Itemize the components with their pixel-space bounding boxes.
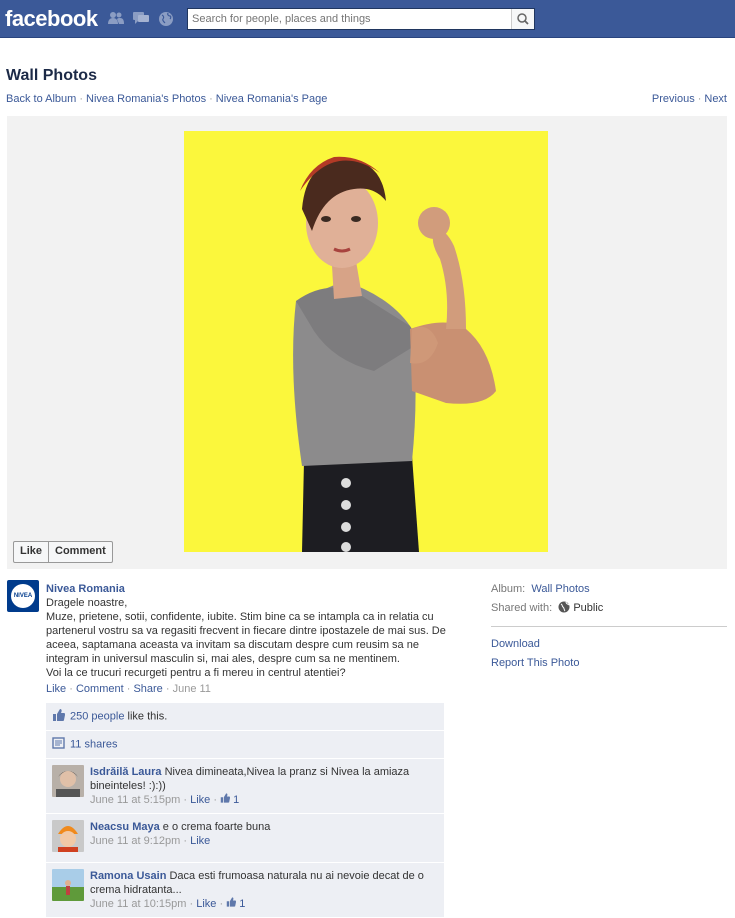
page-title: Wall Photos — [6, 67, 97, 84]
thumbs-up-icon — [220, 793, 231, 803]
photo-sidebar: Album: Wall Photos Shared with: Public D… — [491, 582, 727, 675]
comment-meta: June 11 at 5:15pm · Like · 1 — [90, 793, 240, 806]
like-count-value: 1 — [239, 898, 246, 910]
post-actions: Like · Comment · Share · June 11 — [46, 683, 211, 695]
comment-like-link[interactable]: Like — [190, 794, 210, 806]
album-link[interactable]: Wall Photos — [531, 583, 589, 595]
feedback-box: 250 people like this. 11 shares Isdrăilă… — [46, 703, 444, 918]
like-count-value: 1 — [233, 794, 240, 806]
comment-time[interactable]: June 11 at 10:15pm — [90, 898, 186, 910]
share-icon — [52, 737, 66, 752]
comment-like-count[interactable]: 1 — [220, 793, 240, 806]
photo-caption: Nivea Romania Dragele noastre, Muze, pri… — [46, 582, 458, 696]
globe-icon — [558, 601, 570, 613]
share-link[interactable]: Share — [133, 683, 162, 695]
previous-link[interactable]: Previous — [652, 93, 695, 105]
comment-time[interactable]: June 11 at 9:12pm — [90, 835, 180, 847]
likes-suffix: like this. — [124, 710, 168, 723]
photo-actions: Like Comment — [13, 541, 113, 563]
main-photo[interactable] — [184, 131, 548, 552]
separator: · — [79, 93, 83, 105]
woman-flexing-arm-image — [184, 131, 548, 552]
caption-line: Muze, prietene, sotii, confidente, iubit… — [46, 611, 446, 665]
comment-meta: June 11 at 9:12pm · Like — [90, 835, 211, 847]
thumbs-up-icon — [226, 897, 237, 907]
notifications-globe-icon[interactable] — [158, 11, 174, 26]
photo-pager: Previous · Next — [652, 93, 727, 105]
search-button[interactable] — [511, 9, 534, 29]
nivea-avatar[interactable]: NIVEA — [7, 580, 39, 612]
breadcrumb: Back to Album · Nivea Romania's Photos · Niv… — [6, 93, 327, 105]
comment-meta: June 11 at 10:15pm · Like · 1 — [90, 897, 246, 910]
separator: · — [697, 93, 702, 105]
comment-like-link[interactable]: Like — [196, 898, 216, 910]
nivea-logo: NIVEA — [11, 584, 35, 608]
nivea-page-link[interactable]: Nivea Romania's Page — [216, 93, 328, 105]
sidebar-divider — [491, 626, 727, 627]
top-bar: facebook — [0, 0, 735, 38]
shares-link[interactable]: 11 shares — [70, 738, 118, 750]
thumbs-up-icon — [52, 709, 66, 724]
commenter-name[interactable]: Ramona Usain — [90, 870, 166, 882]
commenter-avatar[interactable] — [52, 820, 84, 852]
album-label: Album: — [491, 583, 526, 595]
likers-link[interactable]: 250 people — [70, 710, 124, 722]
search-box — [187, 8, 535, 30]
caption-text: Dragele noastre, Muze, prietene, sotii, … — [46, 596, 458, 680]
comment-like-count[interactable]: 1 — [226, 897, 246, 910]
commenter-avatar[interactable] — [52, 765, 84, 797]
privacy-value[interactable]: Public — [573, 602, 603, 614]
comment-time[interactable]: June 11 at 5:15pm — [90, 794, 180, 806]
shared-with-label: Shared with: — [491, 602, 553, 614]
download-link[interactable]: Download — [491, 638, 540, 650]
comment-item: Neacsu Maya e o crema foarte buna June 1… — [46, 814, 444, 863]
comment-photo-button[interactable]: Comment — [48, 542, 112, 562]
post-date-link[interactable]: June 11 — [173, 683, 211, 695]
back-to-album-link[interactable]: Back to Album — [6, 93, 76, 105]
separator: · — [209, 93, 213, 105]
comment-text: e o crema foarte buna — [162, 821, 271, 833]
next-link[interactable]: Next — [704, 93, 727, 105]
nivea-photos-link[interactable]: Nivea Romania's Photos — [86, 93, 206, 105]
report-photo-link[interactable]: Report This Photo — [491, 657, 579, 669]
photo-stage: Like Comment — [7, 116, 727, 569]
album-row: Album: Wall Photos — [491, 582, 727, 601]
post-author-link[interactable]: Nivea Romania — [46, 583, 125, 595]
like-link[interactable]: Like — [46, 683, 66, 695]
messages-icon[interactable] — [133, 11, 149, 25]
comment-item: Ramona Usain Daca esti frumoasa naturala… — [46, 863, 444, 918]
commenter-name[interactable]: Neacsu Maya — [90, 821, 160, 833]
search-icon — [517, 13, 529, 25]
facebook-logo[interactable]: facebook — [5, 6, 98, 32]
commenter-name[interactable]: Isdrăilă Laura — [90, 766, 162, 778]
friend-requests-icon[interactable] — [108, 11, 124, 25]
likes-row: 250 people like this. — [46, 703, 444, 731]
comment-link[interactable]: Comment — [76, 683, 124, 695]
like-photo-button[interactable]: Like — [14, 542, 48, 562]
shares-row: 11 shares — [46, 731, 444, 759]
caption-line: Dragele noastre, — [46, 597, 128, 609]
comment-item: Isdrăilă Laura Nivea dimineata,Nivea la … — [46, 759, 444, 814]
caption-line: Voi la ce trucuri recurgeti pentru a fi … — [46, 667, 346, 679]
search-input[interactable] — [188, 9, 514, 29]
privacy-row: Shared with: Public — [491, 601, 727, 620]
commenter-avatar[interactable] — [52, 869, 84, 901]
comment-like-link[interactable]: Like — [190, 835, 210, 847]
